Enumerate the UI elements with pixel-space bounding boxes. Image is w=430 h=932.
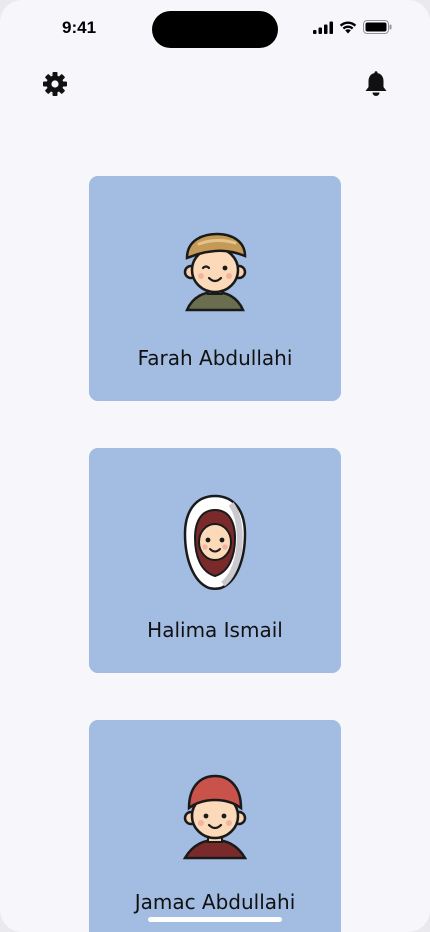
profile-name: Farah Abdullahi <box>137 346 293 370</box>
gear-icon <box>43 72 67 96</box>
boy-with-red-hat-avatar <box>182 774 248 860</box>
profile-name: Halima Ismail <box>147 618 283 642</box>
profile-card-halima[interactable]: Halima Ismail <box>89 448 341 673</box>
dynamic-island <box>152 11 278 48</box>
home-indicator[interactable] <box>148 917 282 922</box>
cellular-signal-icon <box>313 21 333 34</box>
girl-with-hijab-avatar <box>183 494 247 590</box>
phone-screen: 9:41 Farah Abdullahi Halima Ismail Jamac… <box>0 0 430 932</box>
profile-card-farah[interactable]: Farah Abdullahi <box>89 176 341 401</box>
boy-with-cap-avatar <box>183 232 247 312</box>
profile-card-jamac[interactable]: Jamac Abdullahi <box>89 720 341 932</box>
bell-icon <box>365 71 387 96</box>
wifi-icon <box>339 21 357 33</box>
notifications-button[interactable] <box>362 70 390 98</box>
status-bar: 9:41 <box>0 0 430 58</box>
profile-name: Jamac Abdullahi <box>134 890 296 914</box>
settings-button[interactable] <box>41 70 69 98</box>
status-time: 9:41 <box>62 18 97 37</box>
battery-icon <box>363 20 392 34</box>
status-icons <box>313 20 392 34</box>
